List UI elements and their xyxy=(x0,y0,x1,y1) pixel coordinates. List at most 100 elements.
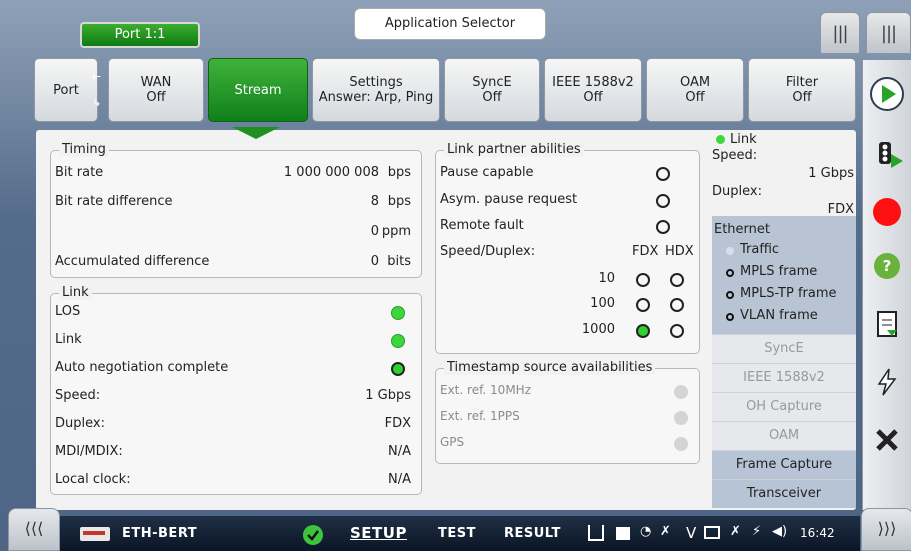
test-tab[interactable]: TEST xyxy=(438,516,476,551)
tab-filter[interactable]: Filter Off xyxy=(748,58,856,122)
network-icon: ✗ xyxy=(730,524,741,539)
link-row: Link xyxy=(51,328,421,354)
tab-synce[interactable]: SyncE Off xyxy=(444,58,540,122)
tab-port[interactable]: Port xyxy=(34,58,98,122)
nav-left-button[interactable]: ⟨⟨⟨ xyxy=(8,508,60,551)
speed-1000-fdx-icon xyxy=(636,324,650,338)
mpls-tp-label: MPLS-TP frame xyxy=(740,286,837,301)
ext-1pps-row: Ext. ref. 1PPS xyxy=(436,405,699,431)
local-clock-value: N/A xyxy=(388,472,411,487)
tab-synce-label: SyncE xyxy=(472,75,512,90)
usb-icon: ⚡ xyxy=(752,524,762,539)
los-row: LOS xyxy=(51,300,421,326)
auto-neg-led-icon xyxy=(391,362,405,376)
traffic-light-icon[interactable] xyxy=(867,134,907,174)
port-indicator[interactable]: Port 1:1 xyxy=(80,22,200,48)
svg-text:?: ? xyxy=(883,257,892,275)
tab-oam-label: OAM xyxy=(679,75,711,90)
mpls-tp-dot-icon xyxy=(726,291,734,299)
bit-rate-diff-value: 8 xyxy=(370,194,379,209)
storage-icon xyxy=(616,527,630,540)
link-status: Link Speed: 1 Gbps Duplex: FDX xyxy=(712,130,856,217)
play-icon[interactable] xyxy=(867,74,907,114)
fdx-header: FDX xyxy=(632,244,659,259)
bit-rate-diff-unit: bps xyxy=(387,194,411,209)
timing-title: Timing xyxy=(59,142,109,157)
volume-icon: ◀) xyxy=(772,524,788,539)
link-status-label: Link xyxy=(730,132,757,147)
tab-wan-status: Off xyxy=(146,90,166,105)
ext-1pps-label: Ext. ref. 1PPS xyxy=(440,409,520,423)
port-arrows-icon: ← ↳ xyxy=(92,70,102,109)
report-icon[interactable] xyxy=(867,304,907,344)
traffic-dot-icon xyxy=(726,247,734,255)
speed-100-label: 100 xyxy=(590,296,615,311)
tab-stream[interactable]: Stream xyxy=(208,58,308,122)
v-icon: V xyxy=(686,524,697,542)
status-speed-label: Speed: xyxy=(712,148,758,163)
frame-capture-button[interactable]: Frame Capture xyxy=(712,450,856,479)
link-status-led-icon xyxy=(716,135,725,144)
tab-oam-status: Off xyxy=(685,90,705,105)
acc-diff-row: Accumulated difference 0 bits xyxy=(51,250,421,276)
side-panel-toggle-button[interactable]: ||| xyxy=(866,12,911,54)
tab-ieee1588[interactable]: IEEE 1588v2 Off xyxy=(544,58,642,122)
ppm-row: 0 ppm xyxy=(51,220,421,246)
ethernet-label: Ethernet xyxy=(714,222,770,237)
tab-settings[interactable]: Settings Answer: Arp, Ping xyxy=(312,58,440,122)
ethernet-status-box[interactable]: Ethernet Traffic MPLS frame MPLS-TP fram… xyxy=(712,216,856,336)
app-name: ETH-BERT xyxy=(122,526,198,541)
close-icon[interactable] xyxy=(867,420,907,460)
nav-right-button[interactable]: ⟩⟩⟩ xyxy=(861,508,911,551)
mdi-label: MDI/MDIX: xyxy=(55,444,123,459)
los-label: LOS xyxy=(55,304,81,319)
timestamp-group: Timestamp source availabilities Ext. ref… xyxy=(435,360,700,464)
mpls-label: MPLS frame xyxy=(740,264,818,279)
gps-indicator-icon xyxy=(674,437,688,451)
speed-10-fdx-icon xyxy=(636,273,650,287)
mpls-dot-icon xyxy=(726,269,734,277)
asym-label: Asym. pause request xyxy=(440,192,578,207)
synce-status-button[interactable]: SyncE xyxy=(712,334,856,363)
setup-tab[interactable]: SETUP xyxy=(350,516,407,551)
duplex-row: Duplex: FDX xyxy=(51,412,421,438)
speed-duplex-header-row: Speed/Duplex: FDX HDX xyxy=(436,240,699,266)
bit-rate-row: Bit rate 1 000 000 008 bps xyxy=(51,161,421,187)
remote-fault-indicator-icon xyxy=(656,220,670,234)
application-selector-button[interactable]: Application Selector xyxy=(354,8,546,40)
panel-toggle-button[interactable]: ||| xyxy=(820,12,860,54)
auto-neg-label: Auto negotiation complete xyxy=(55,360,229,375)
vlan-label: VLAN frame xyxy=(740,308,818,323)
ext-10mhz-label: Ext. ref. 10MHz xyxy=(440,383,531,397)
tab-ieee1588-status: Off xyxy=(583,90,603,105)
result-tab[interactable]: RESULT xyxy=(504,516,561,551)
status-duplex-value: FDX xyxy=(827,202,854,217)
wifi-icon: ◔ xyxy=(640,524,652,539)
help-icon[interactable]: ? xyxy=(867,246,907,286)
vlan-dot-icon xyxy=(726,313,734,321)
transceiver-button[interactable]: Transceiver xyxy=(712,479,856,508)
speed-100-row: 100 xyxy=(436,292,699,318)
tab-filter-label: Filter xyxy=(785,75,819,90)
auto-neg-row: Auto negotiation complete xyxy=(51,356,421,382)
oam-status-button[interactable]: OAM xyxy=(712,421,856,450)
partner-group: Link partner abilities Pause capable Asy… xyxy=(435,142,700,354)
ppm-unit: ppm xyxy=(381,224,411,239)
record-icon[interactable] xyxy=(867,192,907,232)
ieee1588-status-button[interactable]: IEEE 1588v2 xyxy=(712,363,856,392)
tab-ieee1588-label: IEEE 1588v2 xyxy=(552,75,634,90)
ext-10mhz-indicator-icon xyxy=(674,385,688,399)
lightning-icon[interactable] xyxy=(867,362,907,402)
duplex-value: FDX xyxy=(384,416,411,431)
bluetooth-icon: ✗ xyxy=(660,524,671,539)
local-clock-label: Local clock: xyxy=(55,472,131,487)
tab-oam[interactable]: OAM Off xyxy=(646,58,744,122)
bottom-bar: ETH-BERT SETUP TEST RESULT ◔ ✗ V ✗ ⚡ ◀) … xyxy=(60,516,860,551)
module-led-icon xyxy=(83,531,105,535)
speed-duplex-label: Speed/Duplex: xyxy=(440,244,536,259)
remote-fault-label: Remote fault xyxy=(440,218,524,233)
gps-label: GPS xyxy=(440,435,465,449)
oh-capture-button[interactable]: OH Capture xyxy=(712,392,856,421)
status-ok-icon xyxy=(302,524,324,550)
tab-wan[interactable]: WAN Off xyxy=(108,58,204,122)
